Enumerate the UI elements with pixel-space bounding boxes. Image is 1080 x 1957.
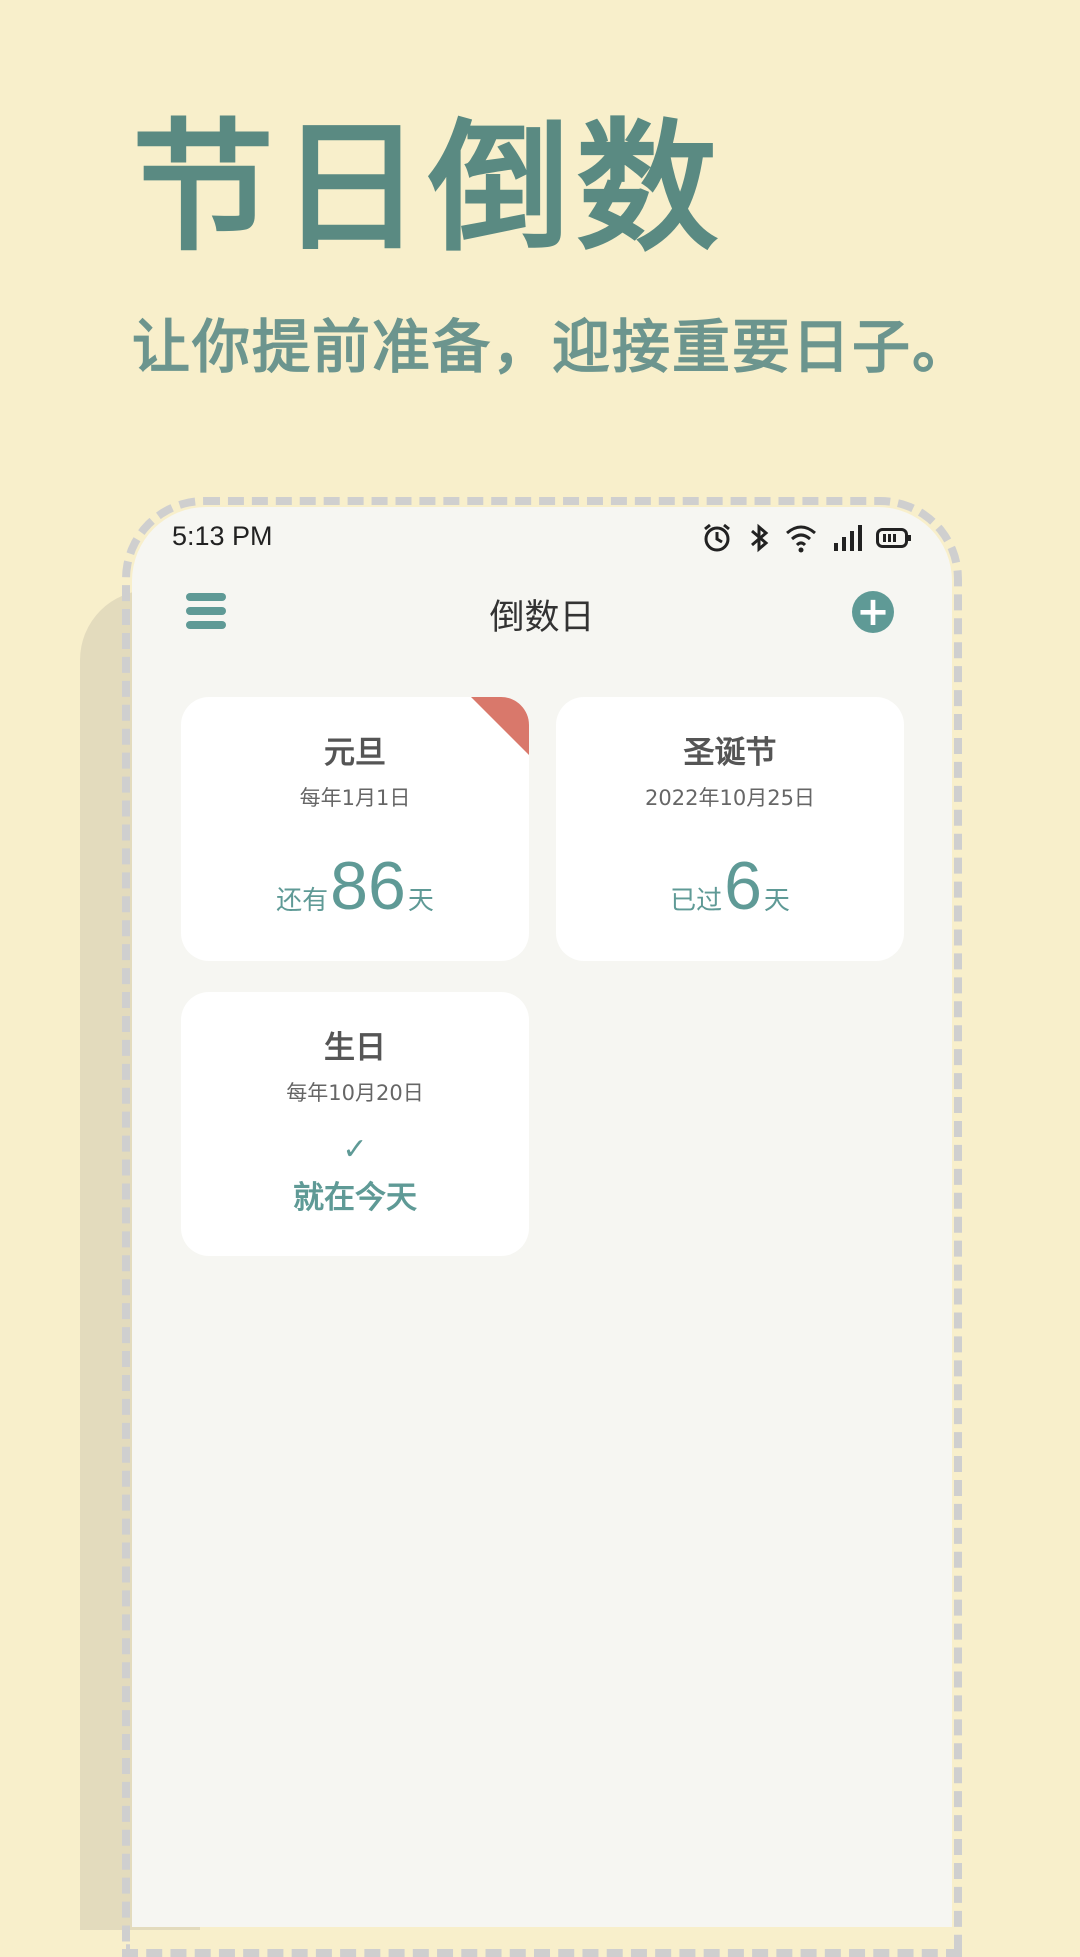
event-card-new-year[interactable]: 元旦 每年1月1日 还有86天 [181, 697, 529, 961]
status-icons [700, 521, 912, 555]
countdown-prefix: 还有 [276, 885, 329, 915]
phone-screen: 5:13 PM 倒数日 + 元旦 每年1月1日 还有86天 圣诞节 2022年1… [132, 507, 952, 1927]
status-time: 5:13 PM [172, 521, 273, 551]
countdown-suffix: 天 [763, 885, 790, 915]
event-countdown: 已过6天 [556, 847, 904, 925]
event-date: 每年1月1日 [299, 786, 411, 810]
hero-title: 节日倒数 [132, 106, 724, 271]
event-title: 圣诞节 [683, 735, 777, 771]
add-icon: + [856, 589, 890, 635]
app-title: 倒数日 [489, 598, 595, 638]
bluetooth-icon [751, 523, 769, 553]
event-date: 每年10月20日 [286, 1081, 424, 1105]
event-status: 就在今天 [293, 1180, 417, 1216]
signal-icon [834, 525, 862, 551]
event-title: 元旦 [324, 735, 386, 771]
event-card-birthday[interactable]: 生日 每年10月20日 ✓ 就在今天 [181, 992, 529, 1256]
countdown-days: 6 [724, 848, 762, 924]
alarm-icon [704, 523, 730, 552]
event-title: 生日 [324, 1030, 386, 1066]
countdown-days: 86 [330, 848, 406, 924]
check-icon: ✓ [342, 1132, 368, 1167]
event-date: 2022年10月25日 [645, 786, 815, 810]
event-card-christmas[interactable]: 圣诞节 2022年10月25日 已过6天 [556, 697, 904, 961]
event-countdown: 还有86天 [181, 847, 529, 925]
wifi-icon [786, 525, 816, 553]
hero-subtitle: 让你提前准备，迎接重要日子。 [132, 313, 973, 381]
countdown-suffix: 天 [407, 885, 434, 915]
battery-icon [876, 528, 911, 548]
add-button[interactable]: + [852, 591, 894, 633]
countdown-prefix: 已过 [670, 885, 723, 915]
